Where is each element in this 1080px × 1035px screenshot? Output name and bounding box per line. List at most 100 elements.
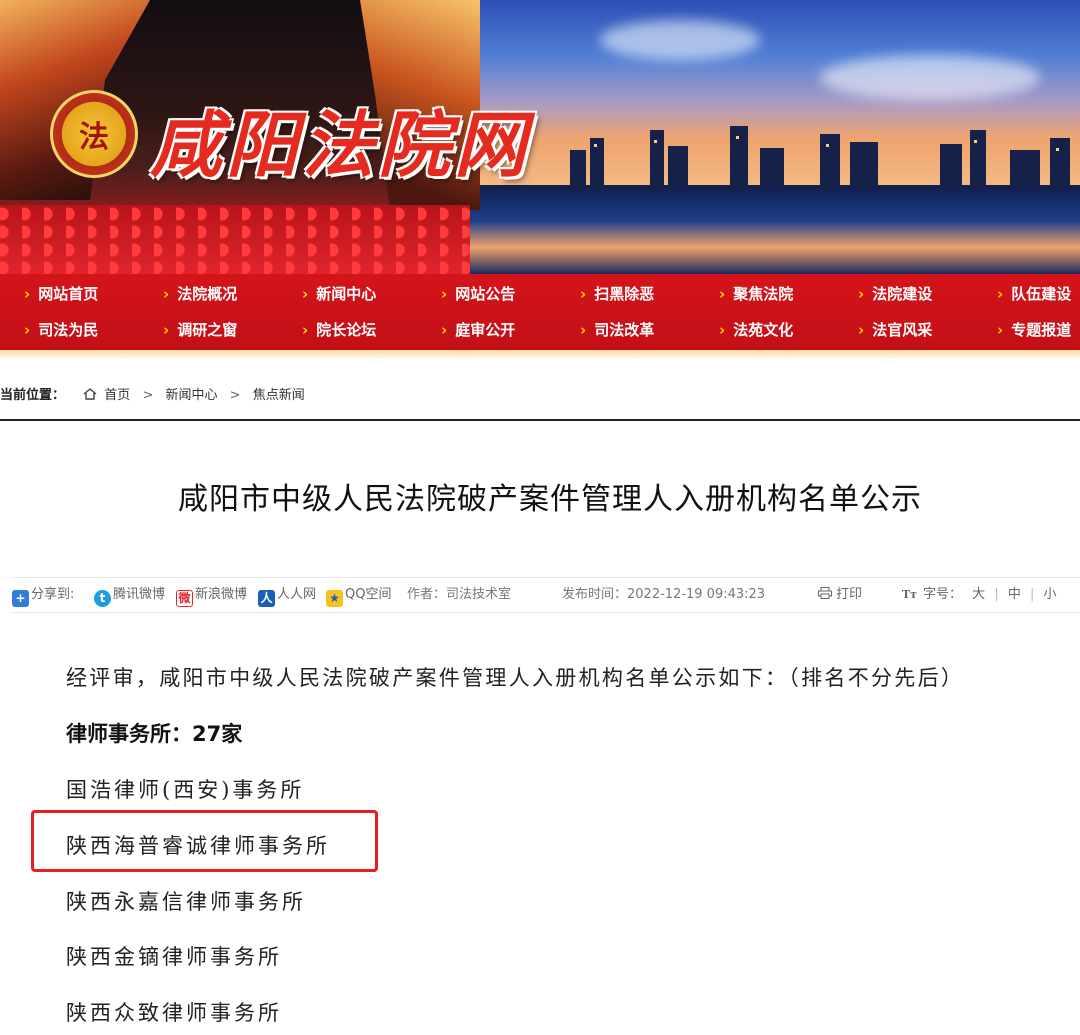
nav-arrow-icon: › [302,285,309,303]
nav-item-label: 司法改革 [594,321,655,339]
article-title: 咸阳市中级人民法院破产案件管理人入册机构名单公示 [178,482,922,517]
share-tencent-weibo-label: 腾讯微博 [113,587,166,602]
firm-list-item: 陕西金镝律师事务所 [66,945,282,969]
nav-arrow-icon: › [24,285,31,303]
nav-arrow-icon: › [441,321,448,339]
nav-item-label: 网站公告 [455,285,516,303]
font-size-icon: Tт [902,588,918,601]
breadcrumb-home[interactable]: 首页 [104,388,130,403]
font-size-label: 字号： [923,587,963,602]
print-button[interactable]: 打印 [818,578,862,612]
nav-item-label: 聚焦法院 [733,285,794,303]
nav-item[interactable]: › 司法为民 [24,312,98,348]
nav-item-label: 法院建设 [872,285,933,303]
nav-row-2: › 司法为民 › 调研之窗 › 院长论坛 › 庭审公开 › 司法改革 › 法苑文化 › 法官风采 › 专题报道 [0,312,1080,348]
city-skyline-graphic [570,126,1070,188]
breadcrumb-focus-news[interactable]: 焦点新闻 [253,388,305,403]
nav-item[interactable]: › 庭审公开 [441,312,515,348]
font-size-medium[interactable]: 中 [1008,587,1021,602]
emblem-glyph: 法 [79,120,109,155]
nav-item-label: 队伍建设 [1011,285,1072,303]
font-size-control: Tт 字号： 大 | 中 | 小 [902,587,1057,602]
nav-item[interactable]: › 院长论坛 [302,312,376,348]
nav-arrow-icon: › [858,285,865,303]
article-intro: 经评审，咸阳市中级人民法院破产案件管理人入册机构名单公示如下：（排名不分先后） [66,666,965,690]
nav-item-label: 法苑文化 [733,321,794,339]
firm-list-item: 陕西众致律师事务所 [66,1001,282,1025]
banner-river [430,185,1080,274]
nav-item[interactable]: › 新闻中心 [302,276,376,312]
nav-item-label: 院长论坛 [316,321,377,339]
nav-item[interactable]: › 法官风采 [858,312,932,348]
nav-item[interactable]: › 专题报道 [997,312,1071,348]
nav-arrow-icon: › [997,285,1004,303]
nav-item-label: 扫黑除恶 [594,285,655,303]
nav-item[interactable]: › 法苑文化 [719,312,793,348]
share-qzone-label: QQ空间 [345,587,392,602]
printer-icon [818,587,832,599]
breadcrumb: 当前位置： 首页 > 新闻中心 > 焦点新闻 [0,383,305,409]
nav-item-label: 法官风采 [872,321,933,339]
share-tencent-weibo[interactable]: t 腾讯微博 [94,578,165,612]
banner-flowers [0,205,470,274]
nav-arrow-icon: › [858,321,865,339]
article-publish-time: 发布时间：2022-12-19 09:43:23 [562,587,766,602]
share-renren[interactable]: 人人人网 [258,578,316,612]
nav-item[interactable]: › 网站首页 [24,276,98,312]
breadcrumb-news-center[interactable]: 新闻中心 [166,388,218,403]
nav-item[interactable]: › 司法改革 [580,312,654,348]
nav-arrow-icon: › [24,321,31,339]
site-title[interactable]: 咸阳法院网 [150,86,530,191]
breadcrumb-divider [0,419,1080,421]
home-icon [83,388,97,400]
nav-item-label: 网站首页 [38,285,99,303]
nav-item[interactable]: › 法院概况 [163,276,237,312]
nav-item-label: 法院概况 [177,285,238,303]
nav-arrow-icon: › [302,321,309,339]
court-emblem-logo[interactable]: 法 [50,90,138,178]
font-size-large[interactable]: 大 [972,587,985,602]
nav-arrow-icon: › [163,321,170,339]
nav-item-label: 庭审公开 [455,321,516,339]
print-label: 打印 [836,587,863,602]
nav-item[interactable]: › 队伍建设 [997,276,1071,312]
nav-arrow-icon: › [719,285,726,303]
nav-arrow-icon: › [580,321,587,339]
qzone-icon: ★ [326,590,343,607]
nav-item-label: 新闻中心 [316,285,377,303]
nav-item[interactable]: › 网站公告 [441,276,515,312]
share-sina-weibo-label: 新浪微博 [195,587,248,602]
share-qzone[interactable]: ★ QQ空间 [326,578,391,612]
tencent-weibo-icon: t [94,590,111,607]
article-author: 作者：司法技术室 [407,587,512,602]
share-renren-label: 人人网 [277,587,317,602]
nav-item[interactable]: › 聚焦法院 [719,276,793,312]
nav-arrow-icon: › [441,285,448,303]
nav-item-label: 调研之窗 [177,321,238,339]
share-plus-icon[interactable]: + [12,590,29,607]
nav-arrow-icon: › [580,285,587,303]
nav-bottom-shade [0,350,1080,360]
sina-weibo-icon: 微 [176,590,193,607]
firm-list-item: 陕西永嘉信律师事务所 [66,890,306,914]
renren-icon: 人 [258,590,275,607]
nav-item-label: 司法为民 [38,321,99,339]
share-label-group: + 分享到: [12,578,74,612]
breadcrumb-separator: > [229,388,241,403]
nav-item-label: 专题报道 [1011,321,1072,339]
site-banner: 法 咸阳法院网 [0,0,1080,274]
main-nav: › 网站首页 › 法院概况 › 新闻中心 › 网站公告 › 扫黑除恶 › 聚焦法院 › 法院建设 › 队伍建设… [0,274,1080,350]
nav-item[interactable]: › 调研之窗 [163,312,237,348]
firm-list-item: 国浩律师(西安)事务所 [66,778,305,802]
section-heading-law-firms: 律师事务所：27家 [66,722,243,746]
breadcrumb-label: 当前位置： [0,388,66,403]
share-label: 分享到: [31,587,75,602]
share-sina-weibo[interactable]: 微新浪微博 [176,578,247,612]
nav-row-1: › 网站首页 › 法院概况 › 新闻中心 › 网站公告 › 扫黑除恶 › 聚焦法院 › 法院建设 › 队伍建设 [0,276,1080,312]
banner-cloud [820,55,1040,100]
nav-item[interactable]: › 扫黑除恶 [580,276,654,312]
article-meta-bar: + 分享到: t 腾讯微博 微新浪微博 人人人网 ★ QQ空间 作者：司法技术室 发布… [12,577,1080,613]
font-size-small[interactable]: 小 [1044,587,1057,602]
nav-item[interactable]: › 法院建设 [858,276,932,312]
nav-arrow-icon: › [997,321,1004,339]
